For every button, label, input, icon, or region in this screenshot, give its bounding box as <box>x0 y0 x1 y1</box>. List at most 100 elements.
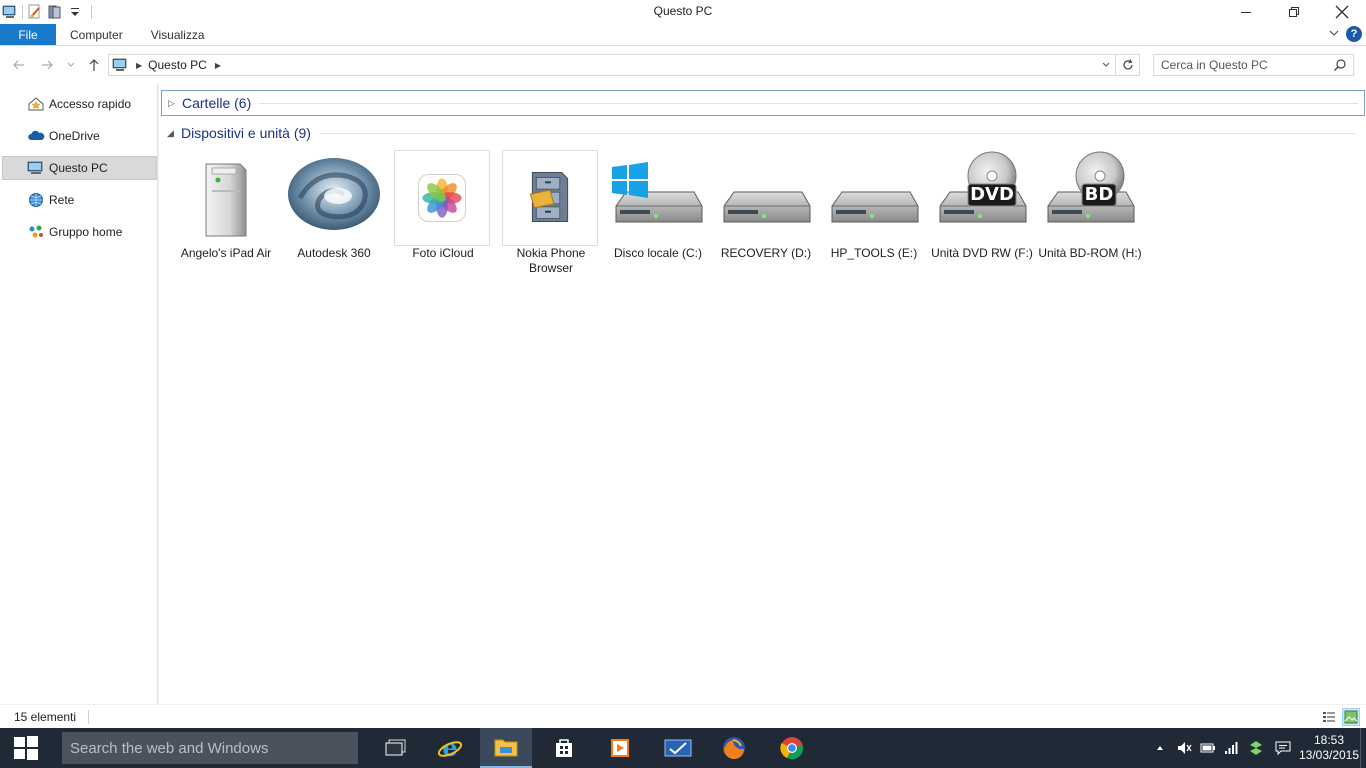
large-icons-view-icon <box>1344 710 1358 724</box>
navigation-pane: Accesso rapido OneDrive Questo PC Rete G… <box>0 84 158 704</box>
item-label: HP_TOOLS (E:) <box>830 246 918 260</box>
search-icon[interactable] <box>1333 58 1347 75</box>
details-view-button[interactable] <box>1320 708 1338 726</box>
chevron-expanded-icon: ◢ <box>167 127 174 138</box>
recent-locations-button[interactable] <box>62 56 80 74</box>
homegroup-icon <box>27 224 45 240</box>
action-center-button[interactable] <box>1268 728 1298 768</box>
signal-bars-icon <box>1225 742 1238 754</box>
tab-computer[interactable]: Computer <box>58 24 135 45</box>
item-foto-icloud[interactable]: Foto iCloud <box>394 150 490 260</box>
search-input[interactable]: Cerca in Questo PC <box>1153 54 1354 76</box>
sync-button[interactable] <box>1244 728 1268 768</box>
new-folder-icon[interactable] <box>47 4 63 20</box>
qat-divider <box>91 5 92 19</box>
nav-item-onedrive[interactable]: OneDrive <box>2 124 157 148</box>
group-divider <box>259 102 1358 104</box>
start-button[interactable] <box>0 728 52 768</box>
taskbar-file-explorer[interactable] <box>480 728 532 768</box>
nav-item-label: Gruppo home <box>49 225 123 239</box>
content-pane: ▷ Cartelle (6) ◢ Dispositivi e unità (9)… <box>159 84 1366 704</box>
clock[interactable]: 18:53 13/03/2015 <box>1298 733 1360 763</box>
properties-icon[interactable] <box>27 4 43 20</box>
breadcrumb-separator-icon[interactable]: ▶ <box>215 61 221 70</box>
show-hidden-icons-button[interactable] <box>1148 728 1172 768</box>
item-dvd-rw-f[interactable]: DVD Unità DVD RW (F:) <box>931 150 1033 280</box>
network-button[interactable] <box>1220 728 1244 768</box>
bd-drive-icon: BD <box>1042 150 1138 246</box>
file-cabinet-icon <box>503 151 599 247</box>
nav-item-accesso-rapido[interactable]: Accesso rapido <box>2 92 157 116</box>
nav-item-questo-pc[interactable]: Questo PC <box>2 156 157 180</box>
taskbar-store[interactable] <box>538 728 590 768</box>
close-button[interactable] <box>1318 0 1366 24</box>
status-bar: 15 elementi <box>0 704 1366 728</box>
store-bag-icon <box>556 739 572 757</box>
firefox-icon <box>723 737 745 759</box>
quick-access-toolbar <box>0 0 92 24</box>
chevron-right-icon: ▷ <box>168 97 175 108</box>
taskbar-task-view[interactable] <box>370 728 422 768</box>
up-button[interactable] <box>85 56 103 74</box>
group-header-cartelle[interactable]: ▷ Cartelle (6) <box>161 90 1365 116</box>
minimize-icon <box>1241 12 1251 13</box>
item-recovery-d[interactable]: RECOVERY (D:) <box>718 150 814 280</box>
taskbar-app-checkmark[interactable] <box>652 728 704 768</box>
breadcrumb-separator-icon[interactable]: ▶ <box>136 61 142 70</box>
volume-button[interactable] <box>1172 728 1196 768</box>
windows-logo-icon <box>14 736 38 760</box>
autodesk-icon <box>286 150 382 246</box>
arrow-left-icon <box>13 60 24 70</box>
item-autodesk-360[interactable]: Autodesk 360 <box>286 150 382 280</box>
item-hp-tools-e[interactable]: HP_TOOLS (E:) <box>826 150 922 280</box>
back-button[interactable] <box>10 56 28 74</box>
nav-item-gruppo-home[interactable]: Gruppo home <box>2 220 157 244</box>
nav-item-rete[interactable]: Rete <box>2 188 157 212</box>
item-bd-rom-h[interactable]: BD Unità BD-ROM (H:) <box>1038 150 1142 280</box>
help-icon[interactable]: ? <box>1346 26 1362 42</box>
tab-file[interactable]: File <box>0 24 56 45</box>
nav-item-label: Rete <box>49 193 75 207</box>
item-nokia-phone-browser[interactable]: Nokia Phone Browser <box>502 150 599 275</box>
computer-icon[interactable] <box>2 4 18 20</box>
expand-ribbon-chevron-icon[interactable] <box>1328 27 1340 42</box>
taskbar: Search the web and Windows e 18:53 13/03… <box>0 728 1366 768</box>
item-disco-locale-c[interactable]: Disco locale (C:) <box>610 150 706 280</box>
item-ipad[interactable]: Angelo's iPad Air <box>178 150 274 280</box>
window-controls <box>1222 0 1366 24</box>
internet-explorer-icon: e <box>437 735 463 761</box>
show-desktop-button[interactable] <box>1360 728 1366 768</box>
chevron-down-icon <box>1102 62 1110 67</box>
taskbar-internet-explorer[interactable]: e <box>424 728 476 768</box>
tab-visualizza[interactable]: Visualizza <box>139 24 217 45</box>
large-icons-view-button[interactable] <box>1342 708 1360 726</box>
window-title: Questo PC <box>653 4 713 18</box>
address-history-dropdown[interactable] <box>1097 55 1115 75</box>
group-label: Dispositivi e unità (9) <box>181 125 311 141</box>
item-label: Unità BD-ROM (H:) <box>1038 246 1142 260</box>
taskbar-video-app[interactable] <box>594 728 646 768</box>
chevron-down-icon <box>67 62 75 67</box>
forward-button[interactable] <box>38 56 56 74</box>
clock-time: 18:53 <box>1313 733 1345 747</box>
bd-badge: BD <box>1084 184 1114 205</box>
close-icon <box>1335 5 1349 19</box>
group-label: Cartelle (6) <box>182 95 252 111</box>
nav-item-label: Accesso rapido <box>49 97 132 111</box>
system-tray: 18:53 13/03/2015 <box>1148 728 1366 768</box>
view-switcher <box>1320 708 1360 726</box>
taskbar-search-input[interactable]: Search the web and Windows <box>62 732 358 764</box>
minimize-button[interactable] <box>1222 0 1270 24</box>
taskbar-chrome[interactable] <box>766 728 818 768</box>
address-bar[interactable]: ▶ Questo PC ▶ <box>108 54 1116 76</box>
details-view-icon <box>1323 712 1335 722</box>
battery-button[interactable] <box>1196 728 1220 768</box>
restore-button[interactable] <box>1270 0 1318 24</box>
refresh-button[interactable] <box>1116 54 1140 76</box>
qat-divider <box>22 5 23 19</box>
customize-qat-chevron-icon[interactable] <box>67 4 83 20</box>
dvd-drive-icon: DVD <box>934 150 1030 246</box>
group-header-dispositivi[interactable]: ◢ Dispositivi e unità (9) <box>161 120 1361 146</box>
breadcrumb-questo-pc[interactable]: Questo PC <box>148 58 207 72</box>
taskbar-firefox[interactable] <box>708 728 760 768</box>
